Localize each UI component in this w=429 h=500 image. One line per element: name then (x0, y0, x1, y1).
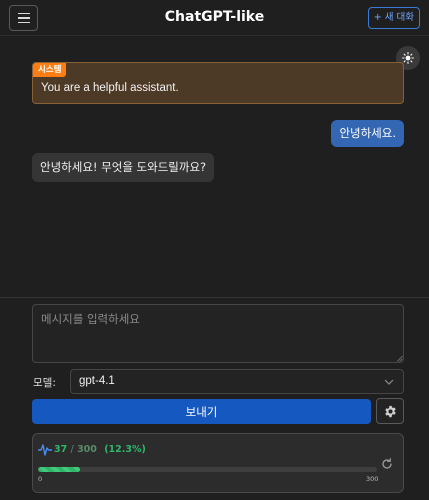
system-message-text: You are a helpful assistant. (41, 82, 179, 94)
assistant-message: 안녕하세요! 무엇을 도와드릴까요? (32, 153, 215, 182)
model-select-value: gpt-4.1 (79, 375, 115, 387)
token-progress-fill (38, 467, 80, 472)
token-usage-panel: 37 / 300 (12.3%) 0 300 (32, 433, 404, 493)
token-separator: / (70, 444, 74, 455)
app-title: ChatGPT-like (164, 9, 265, 25)
system-badge: 시스템 (33, 63, 67, 77)
composer-divider (0, 297, 429, 298)
token-max: 300 (77, 444, 97, 455)
token-used: 37 (54, 444, 68, 455)
token-progress-bar (38, 467, 377, 472)
send-button[interactable]: 보내기 (32, 399, 371, 424)
settings-button[interactable] (376, 398, 404, 424)
progress-axis-max: 300 (366, 475, 379, 483)
sun-icon (402, 52, 414, 64)
progress-axis-min: 0 (38, 475, 43, 483)
app-header: ChatGPT-like + 새 대화 (0, 0, 429, 36)
model-label: 모델: (33, 377, 56, 389)
token-count: 37 / 300 (12.3%) (54, 444, 146, 455)
resize-grip-icon[interactable] (396, 355, 403, 362)
message-input[interactable] (32, 304, 404, 363)
activity-icon (38, 444, 52, 456)
chevron-down-icon (384, 379, 394, 385)
new-chat-button[interactable]: + 새 대화 (367, 7, 420, 29)
gear-icon (384, 405, 396, 417)
user-message: 안녕하세요. (331, 120, 404, 147)
token-percent: (12.3%) (104, 444, 146, 455)
system-message: 시스템 You are a helpful assistant. (32, 62, 404, 104)
model-select[interactable]: gpt-4.1 (70, 369, 404, 394)
refresh-icon[interactable] (381, 458, 393, 470)
